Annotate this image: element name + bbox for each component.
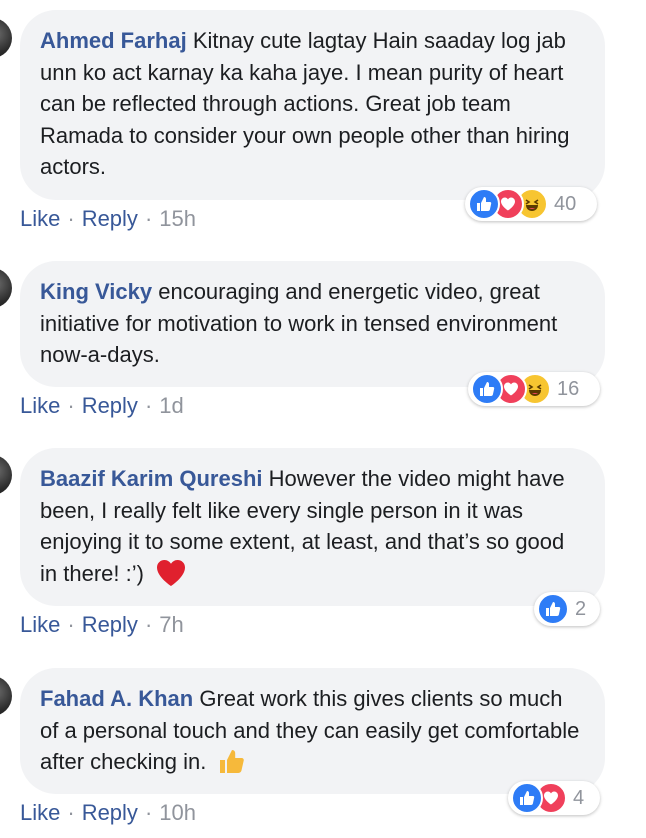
reaction-count: 40 <box>554 192 577 215</box>
reaction-summary[interactable]: 40 <box>465 187 597 221</box>
comment-author[interactable]: Fahad A. Khan <box>40 686 193 711</box>
separator: · <box>67 393 75 418</box>
comment-timestamp[interactable]: 7h <box>159 612 183 637</box>
thumbs-up-emoji <box>218 747 246 784</box>
reply-link[interactable]: Reply <box>82 206 138 231</box>
reaction-summary[interactable]: 4 <box>508 781 600 815</box>
like-icon <box>468 188 500 220</box>
red-heart-emoji <box>156 559 186 596</box>
separator: · <box>67 800 75 825</box>
reply-link[interactable]: Reply <box>82 800 138 825</box>
reaction-summary[interactable]: 16 <box>468 372 600 406</box>
like-link[interactable]: Like <box>20 800 60 825</box>
like-icon <box>511 782 543 814</box>
comment-actions: Like · Reply · 7h <box>20 612 184 638</box>
separator: · <box>144 206 153 231</box>
reaction-count: 2 <box>575 597 587 620</box>
reply-link[interactable]: Reply <box>82 612 138 637</box>
comment-author[interactable]: Ahmed Farhaj <box>40 28 187 53</box>
comment-author[interactable]: King Vicky <box>40 279 152 304</box>
comment-bubble: Baazif Karim Qureshi However the video m… <box>20 448 605 606</box>
comment-bubble: King Vicky encouraging and energetic vid… <box>20 261 605 387</box>
like-link[interactable]: Like <box>20 612 60 637</box>
separator: · <box>144 612 153 637</box>
separator: · <box>144 393 153 418</box>
reaction-count: 16 <box>557 377 580 400</box>
comment-bubble: Fahad A. Khan Great work this gives clie… <box>20 668 605 794</box>
comment-bubble: Ahmed Farhaj Kitnay cute lagtay Hain saa… <box>20 10 605 200</box>
like-link[interactable]: Like <box>20 206 60 231</box>
comment-timestamp[interactable]: 15h <box>159 206 196 231</box>
commenter-avatar[interactable] <box>0 18 12 58</box>
like-link[interactable]: Like <box>20 393 60 418</box>
reply-link[interactable]: Reply <box>82 393 138 418</box>
like-icon <box>471 373 503 405</box>
comment-timestamp[interactable]: 1d <box>159 393 183 418</box>
comment-actions: Like · Reply · 10h <box>20 800 196 826</box>
comment-actions: Like · Reply · 15h <box>20 206 196 232</box>
commenter-avatar[interactable] <box>0 676 12 716</box>
reaction-summary[interactable]: 2 <box>534 592 600 626</box>
comment-timestamp[interactable]: 10h <box>159 800 196 825</box>
commenter-avatar[interactable] <box>0 268 12 308</box>
reaction-count: 4 <box>573 786 585 809</box>
separator: · <box>67 206 75 231</box>
like-icon <box>537 593 569 625</box>
separator: · <box>67 612 75 637</box>
comment-author[interactable]: Baazif Karim Qureshi <box>40 466 263 491</box>
separator: · <box>144 800 153 825</box>
commenter-avatar[interactable] <box>0 455 12 495</box>
comment-actions: Like · Reply · 1d <box>20 393 184 419</box>
